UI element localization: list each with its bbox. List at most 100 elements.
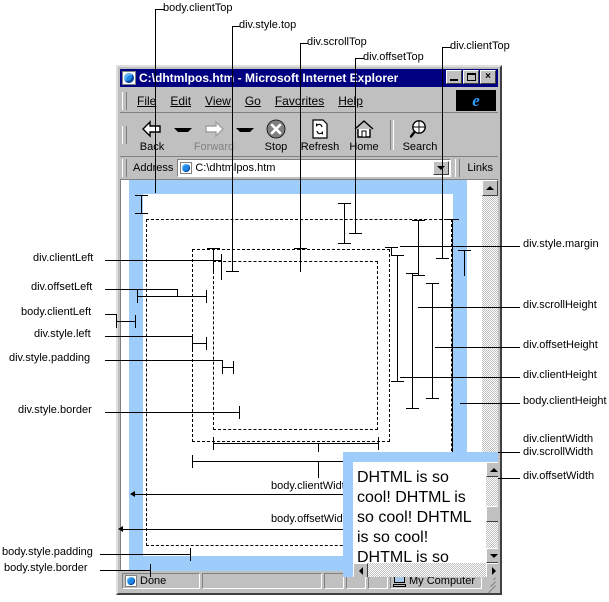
search-button[interactable]: Search [398, 117, 442, 153]
label-div-style-margin: div.style.margin [523, 238, 599, 250]
label-div-offsetheight: div.offsetHeight [523, 339, 598, 351]
chevron-down-icon [489, 553, 498, 558]
refresh-label: Refresh [300, 140, 340, 153]
leader-div-clientleft [105, 260, 221, 261]
leader-div-style-border [105, 412, 239, 413]
leader-body-clienttop-v [155, 9, 156, 193]
tick-div-offsettop [349, 233, 362, 234]
back-dropdown-icon[interactable] [174, 127, 192, 132]
measure-bar-2-cap [207, 248, 220, 249]
measure-bar-3-bot [338, 243, 351, 244]
toolbar-grip[interactable] [122, 125, 127, 144]
window-controls: × [446, 70, 496, 84]
address-input[interactable]: C:\dhtmlpos.htm [177, 159, 452, 177]
menu-item-go[interactable]: Go [238, 92, 268, 110]
label-div-scrollwidth: div.scrollWidth [523, 446, 594, 458]
label-div-scrollheight: div.scrollHeight [523, 299, 597, 311]
leader-div-offsetleft [105, 289, 177, 290]
div-scroll-up-button[interactable] [486, 462, 498, 477]
leader-div-style-left [105, 336, 192, 337]
leader-div-style-padding [105, 360, 222, 361]
leader-body-style-border [100, 570, 150, 571]
stop-label: Stop [264, 140, 288, 153]
measure-div-scrollheight [397, 255, 398, 381]
menu-item-file[interactable]: File [130, 92, 163, 110]
forward-button[interactable]: Forward [192, 117, 236, 153]
measure-div-offsetleft-r [206, 290, 207, 303]
label-div-clienttop: div.clientTop [450, 40, 510, 52]
measure-div-offsetheight [412, 273, 413, 408]
label-body-offsetwidth: body.offsetWidth [271, 513, 352, 525]
ie-document-icon [180, 162, 193, 174]
label-div-offsetwidth: div.offsetWidth [523, 470, 595, 482]
links-button[interactable]: Links [462, 162, 498, 174]
stop-button[interactable]: Stop [254, 117, 298, 153]
leader-div-offsetheight [435, 347, 520, 348]
back-button[interactable]: Back [130, 117, 174, 153]
back-label: Back [139, 140, 165, 153]
measure-div-style-left-l [192, 337, 193, 350]
maximize-button[interactable] [463, 70, 479, 84]
leader-div-clienttop-h [442, 47, 451, 48]
measure-div-style-border-l [239, 406, 240, 419]
label-div-offsettop: div.offsetTop [363, 51, 424, 63]
ie-logo-icon: e [456, 90, 496, 111]
measure-bar-6-top [458, 250, 471, 251]
forward-dropdown-icon[interactable] [236, 127, 254, 132]
close-icon: × [485, 71, 491, 82]
div-vscroll-thumb[interactable] [486, 506, 498, 522]
div-hscroll-track[interactable] [368, 563, 486, 577]
div-horizontal-scrollbar[interactable] [353, 563, 498, 577]
measure-bar-1-top [135, 195, 148, 196]
measure-div-offsetheight-top [406, 273, 419, 274]
menu-item-help[interactable]: Help [331, 92, 370, 110]
label-body-style-padding: body.style.padding [2, 546, 93, 558]
leader-div-scrollheight [418, 307, 520, 308]
chevron-left-icon [358, 566, 363, 575]
leader-div-style-margin [400, 246, 520, 247]
search-label: Search [402, 140, 438, 153]
div-scroll-right-button[interactable] [486, 563, 498, 577]
leader-div-clienttop-v [442, 47, 443, 258]
dash-box-div-inner [213, 261, 378, 430]
leader-body-clienttop-h [155, 9, 164, 10]
measure-bar-6 [464, 250, 465, 276]
label-div-scrolltop: div.scrollTop [307, 36, 367, 48]
arrow-right-icon [203, 117, 225, 141]
menu-item-edit[interactable]: Edit [163, 92, 198, 110]
measure-div-style-padding-r [233, 361, 234, 374]
menu-grip[interactable] [122, 91, 127, 110]
measure-div-offsetwidth-l [192, 455, 193, 468]
measure-body-clientleft-l [116, 315, 117, 328]
positioned-div-text: is so cool! DHTML is so cool! DHTML is s… [357, 462, 472, 577]
refresh-button[interactable]: Refresh [298, 117, 342, 153]
stop-circle-icon [266, 117, 286, 141]
div-vertical-scrollbar[interactable] [486, 462, 498, 563]
measure-bar-1 [141, 195, 142, 213]
measure-div-clientheight-bot [426, 398, 439, 399]
measure-div-clientwidth-r [378, 437, 379, 450]
address-grip[interactable] [122, 159, 127, 177]
leader-div-offsettop-v [355, 58, 356, 233]
close-button[interactable]: × [480, 70, 496, 84]
minimize-button[interactable] [446, 70, 462, 84]
leader-div-offsetwidth-dn [318, 461, 319, 478]
toolbar-separator [390, 119, 394, 150]
div-scroll-down-button[interactable] [486, 548, 498, 563]
leader-div-clientheight [400, 377, 520, 378]
forward-label: Forward [193, 140, 235, 153]
home-button[interactable]: Home [342, 117, 386, 153]
address-value: C:\dhtmlpos.htm [195, 162, 276, 174]
measure-div-offsetleft-l [137, 290, 138, 303]
scroll-up-button[interactable] [482, 180, 498, 196]
status-progress-panel [202, 573, 322, 589]
measure-div-offsetheight-bot [406, 408, 419, 409]
tick-div-clienttop [436, 258, 449, 259]
links-grip[interactable] [455, 159, 461, 177]
chevron-right-icon [491, 566, 496, 575]
arrow-left-icon [141, 117, 163, 141]
div-scroll-left-button[interactable] [353, 563, 368, 577]
measure-div-style-left-r [206, 337, 207, 350]
label-body-clientheight: body.clientHeight [523, 395, 607, 407]
measure-body-clientheight-top [446, 219, 459, 220]
